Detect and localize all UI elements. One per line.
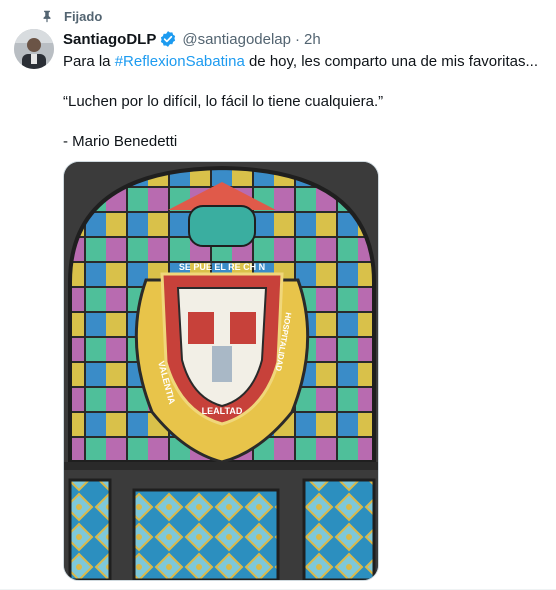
avatar[interactable] (14, 29, 54, 69)
pin-icon (43, 10, 51, 23)
text-before-hashtag: Para la (63, 53, 115, 70)
avatar-image (14, 29, 54, 69)
author-name[interactable]: SantiagoDLP (63, 31, 156, 48)
post-time[interactable]: 2h (304, 31, 321, 48)
text-after-hashtag: de hoy, les comparto una de mis favorita… (244, 53, 538, 70)
hashtag-link[interactable]: #ReflexionSabatina (115, 53, 245, 70)
stained-glass-window-image: SE PUE EL RE CH N VALENTIA LEALTAD HOSPI… (64, 162, 378, 580)
tweet-card[interactable]: Fijado SantiagoDLP @santiagodelap · 2h P… (0, 0, 556, 590)
pinned-indicator: Fijado (40, 7, 102, 25)
tweet-text: Para la #ReflexionSabatina de hoy, les c… (63, 52, 551, 152)
tweet-quote: “Luchen por lo difícil, lo fácil lo tien… (63, 93, 384, 110)
tweet-header: SantiagoDLP @santiagodelap · 2h (63, 29, 321, 49)
verified-badge-icon (161, 31, 176, 47)
shield-banner-bottom: LEALTAD (202, 406, 243, 416)
author-handle[interactable]: @santiagodelap (182, 31, 291, 48)
shield-banner-top: SE PUE EL RE CH N (179, 262, 265, 272)
tweet-attribution: - Mario Benedetti (63, 133, 178, 150)
tweet-media-image[interactable]: SE PUE EL RE CH N VALENTIA LEALTAD HOSPI… (63, 161, 379, 581)
tweet-text-line1: Para la #ReflexionSabatina de hoy, les c… (63, 52, 551, 72)
separator-dot: · (294, 30, 300, 48)
pinned-label: Fijado (64, 8, 103, 24)
